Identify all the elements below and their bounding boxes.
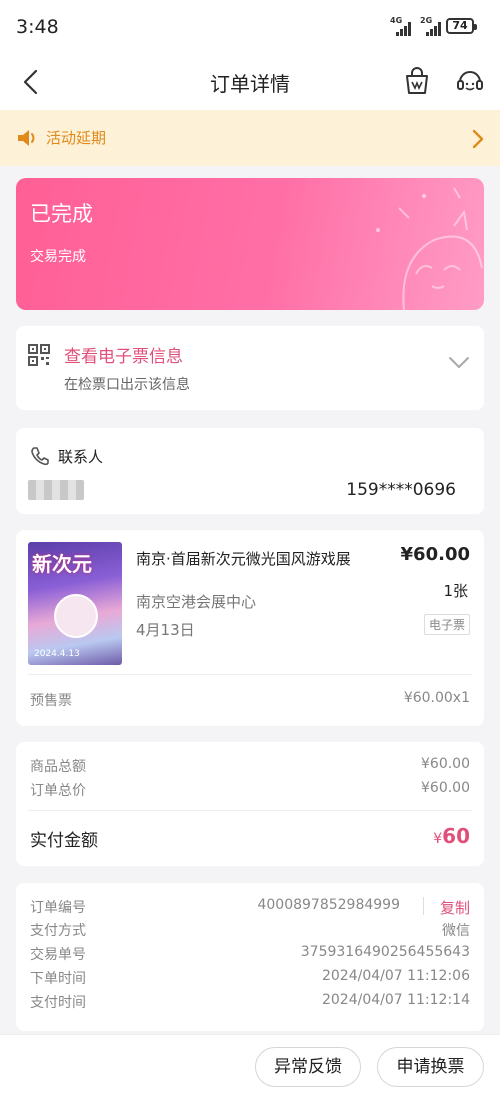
shopping-bag-icon <box>406 67 428 94</box>
feedback-button[interactable]: 异常反馈 <box>255 1047 361 1087</box>
contact-name-blurred <box>28 480 84 500</box>
poster-character <box>54 594 98 638</box>
mascot-illustration <box>376 187 483 310</box>
product-card[interactable]: 新次元 2024.4.13 南京·首届新次元微光国风游戏展 ¥60.00 1张 … <box>16 530 484 726</box>
customer-service-button[interactable] <box>455 66 485 96</box>
paid-number: 60 <box>442 824 470 848</box>
eticket-card[interactable]: 查看电子票信息 在检票口出示该信息 <box>16 326 484 410</box>
paid-currency: ¥ <box>433 831 443 847</box>
product-venue: 南京空港会展中心 <box>136 593 257 611</box>
trade-no-label: 交易单号 <box>30 947 86 963</box>
amounts-card: 商品总额 ¥60.00 订单总价 ¥60.00 实付金额 ¥60 <box>16 742 484 866</box>
poster-title: 新次元 <box>32 552 92 576</box>
battery-icon: 74 <box>446 18 477 34</box>
qr-code-icon <box>28 344 50 366</box>
order-no-value: 4000897852984999 <box>257 897 400 913</box>
order-status-subtitle: 交易完成 <box>30 249 86 265</box>
eticket-subtitle: 在检票口出示该信息 <box>64 377 190 393</box>
divider <box>28 674 472 675</box>
order-total-value: ¥60.00 <box>421 780 470 796</box>
order-no-row: 订单编号 4000897852984999 <box>30 897 400 917</box>
signal-2g-icon: 2G <box>420 16 446 36</box>
order-total-row: 订单总价 ¥60.00 <box>30 780 470 800</box>
order-no-label: 订单编号 <box>30 900 86 916</box>
divider <box>423 897 424 915</box>
order-total-label: 订单总价 <box>30 783 86 799</box>
pay-time-row: 支付时间 2024/04/07 11:12:14 <box>30 992 470 1012</box>
pay-method-label: 支付方式 <box>30 923 86 939</box>
product-name: 南京·首届新次元微光国风游戏展 <box>136 550 351 568</box>
contact-card: 联系人 159****0696 <box>16 428 484 514</box>
order-status-card: 已完成 交易完成 <box>16 178 484 310</box>
product-date: 4月13日 <box>136 621 195 639</box>
order-bag-button[interactable] <box>402 66 432 96</box>
contact-label: 联系人 <box>58 448 104 466</box>
ticket-type: 预售票 <box>30 693 72 709</box>
goods-total-row: 商品总额 ¥60.00 <box>30 756 470 776</box>
status-time: 3:48 <box>16 16 59 38</box>
exchange-ticket-button[interactable]: 申请换票 <box>377 1047 484 1087</box>
paid-amount-value: ¥60 <box>433 824 470 848</box>
phone-icon <box>31 447 49 466</box>
notice-text: 活动延期 <box>46 129 107 147</box>
notice-bar[interactable]: 活动延期 <box>0 110 500 166</box>
signal-4g-icon: 4G <box>390 16 416 36</box>
order-time-value: 2024/04/07 11:12:06 <box>321 968 470 984</box>
pay-time-value: 2024/04/07 11:12:14 <box>321 992 470 1008</box>
poster-date: 2024.4.13 <box>34 649 80 659</box>
product-quantity: 1张 <box>443 582 468 600</box>
pay-method-row: 支付方式 微信 <box>30 920 470 940</box>
eticket-title: 查看电子票信息 <box>64 347 183 367</box>
order-time-label: 下单时间 <box>30 971 86 987</box>
pay-method-value: 微信 <box>442 923 470 939</box>
headset-icon <box>457 71 483 91</box>
trade-no-row: 交易单号 3759316490256455643 <box>30 944 470 964</box>
ticket-unit-price: ¥60.00x1 <box>403 690 470 706</box>
chevron-right-icon <box>472 129 484 149</box>
speaker-icon <box>18 130 35 146</box>
order-info-card: 订单编号 4000897852984999 复制 支付方式 微信 交易单号 37… <box>16 883 484 1031</box>
nav-bar: 订单详情 <box>0 54 500 110</box>
eticket-tag: 电子票 <box>423 614 470 635</box>
chevron-down-icon[interactable] <box>448 356 470 370</box>
order-status-title: 已完成 <box>30 202 93 226</box>
order-time-row: 下单时间 2024/04/07 11:12:06 <box>30 968 470 988</box>
pay-time-label: 支付时间 <box>30 995 86 1011</box>
copy-order-no-button[interactable]: 复制 <box>440 897 470 918</box>
goods-total-label: 商品总额 <box>30 759 86 775</box>
status-bar: 3:48 4G 2G 74 <box>0 0 500 54</box>
divider <box>28 810 472 811</box>
paid-amount-label: 实付金额 <box>30 831 98 851</box>
event-poster-image: 新次元 2024.4.13 <box>28 542 122 665</box>
contact-phone: 159****0696 <box>346 480 456 500</box>
bottom-action-bar: 异常反馈 申请换票 <box>0 1034 500 1100</box>
trade-no-value: 3759316490256455643 <box>300 944 470 960</box>
product-price: ¥60.00 <box>400 544 470 565</box>
goods-total-value: ¥60.00 <box>421 756 470 772</box>
